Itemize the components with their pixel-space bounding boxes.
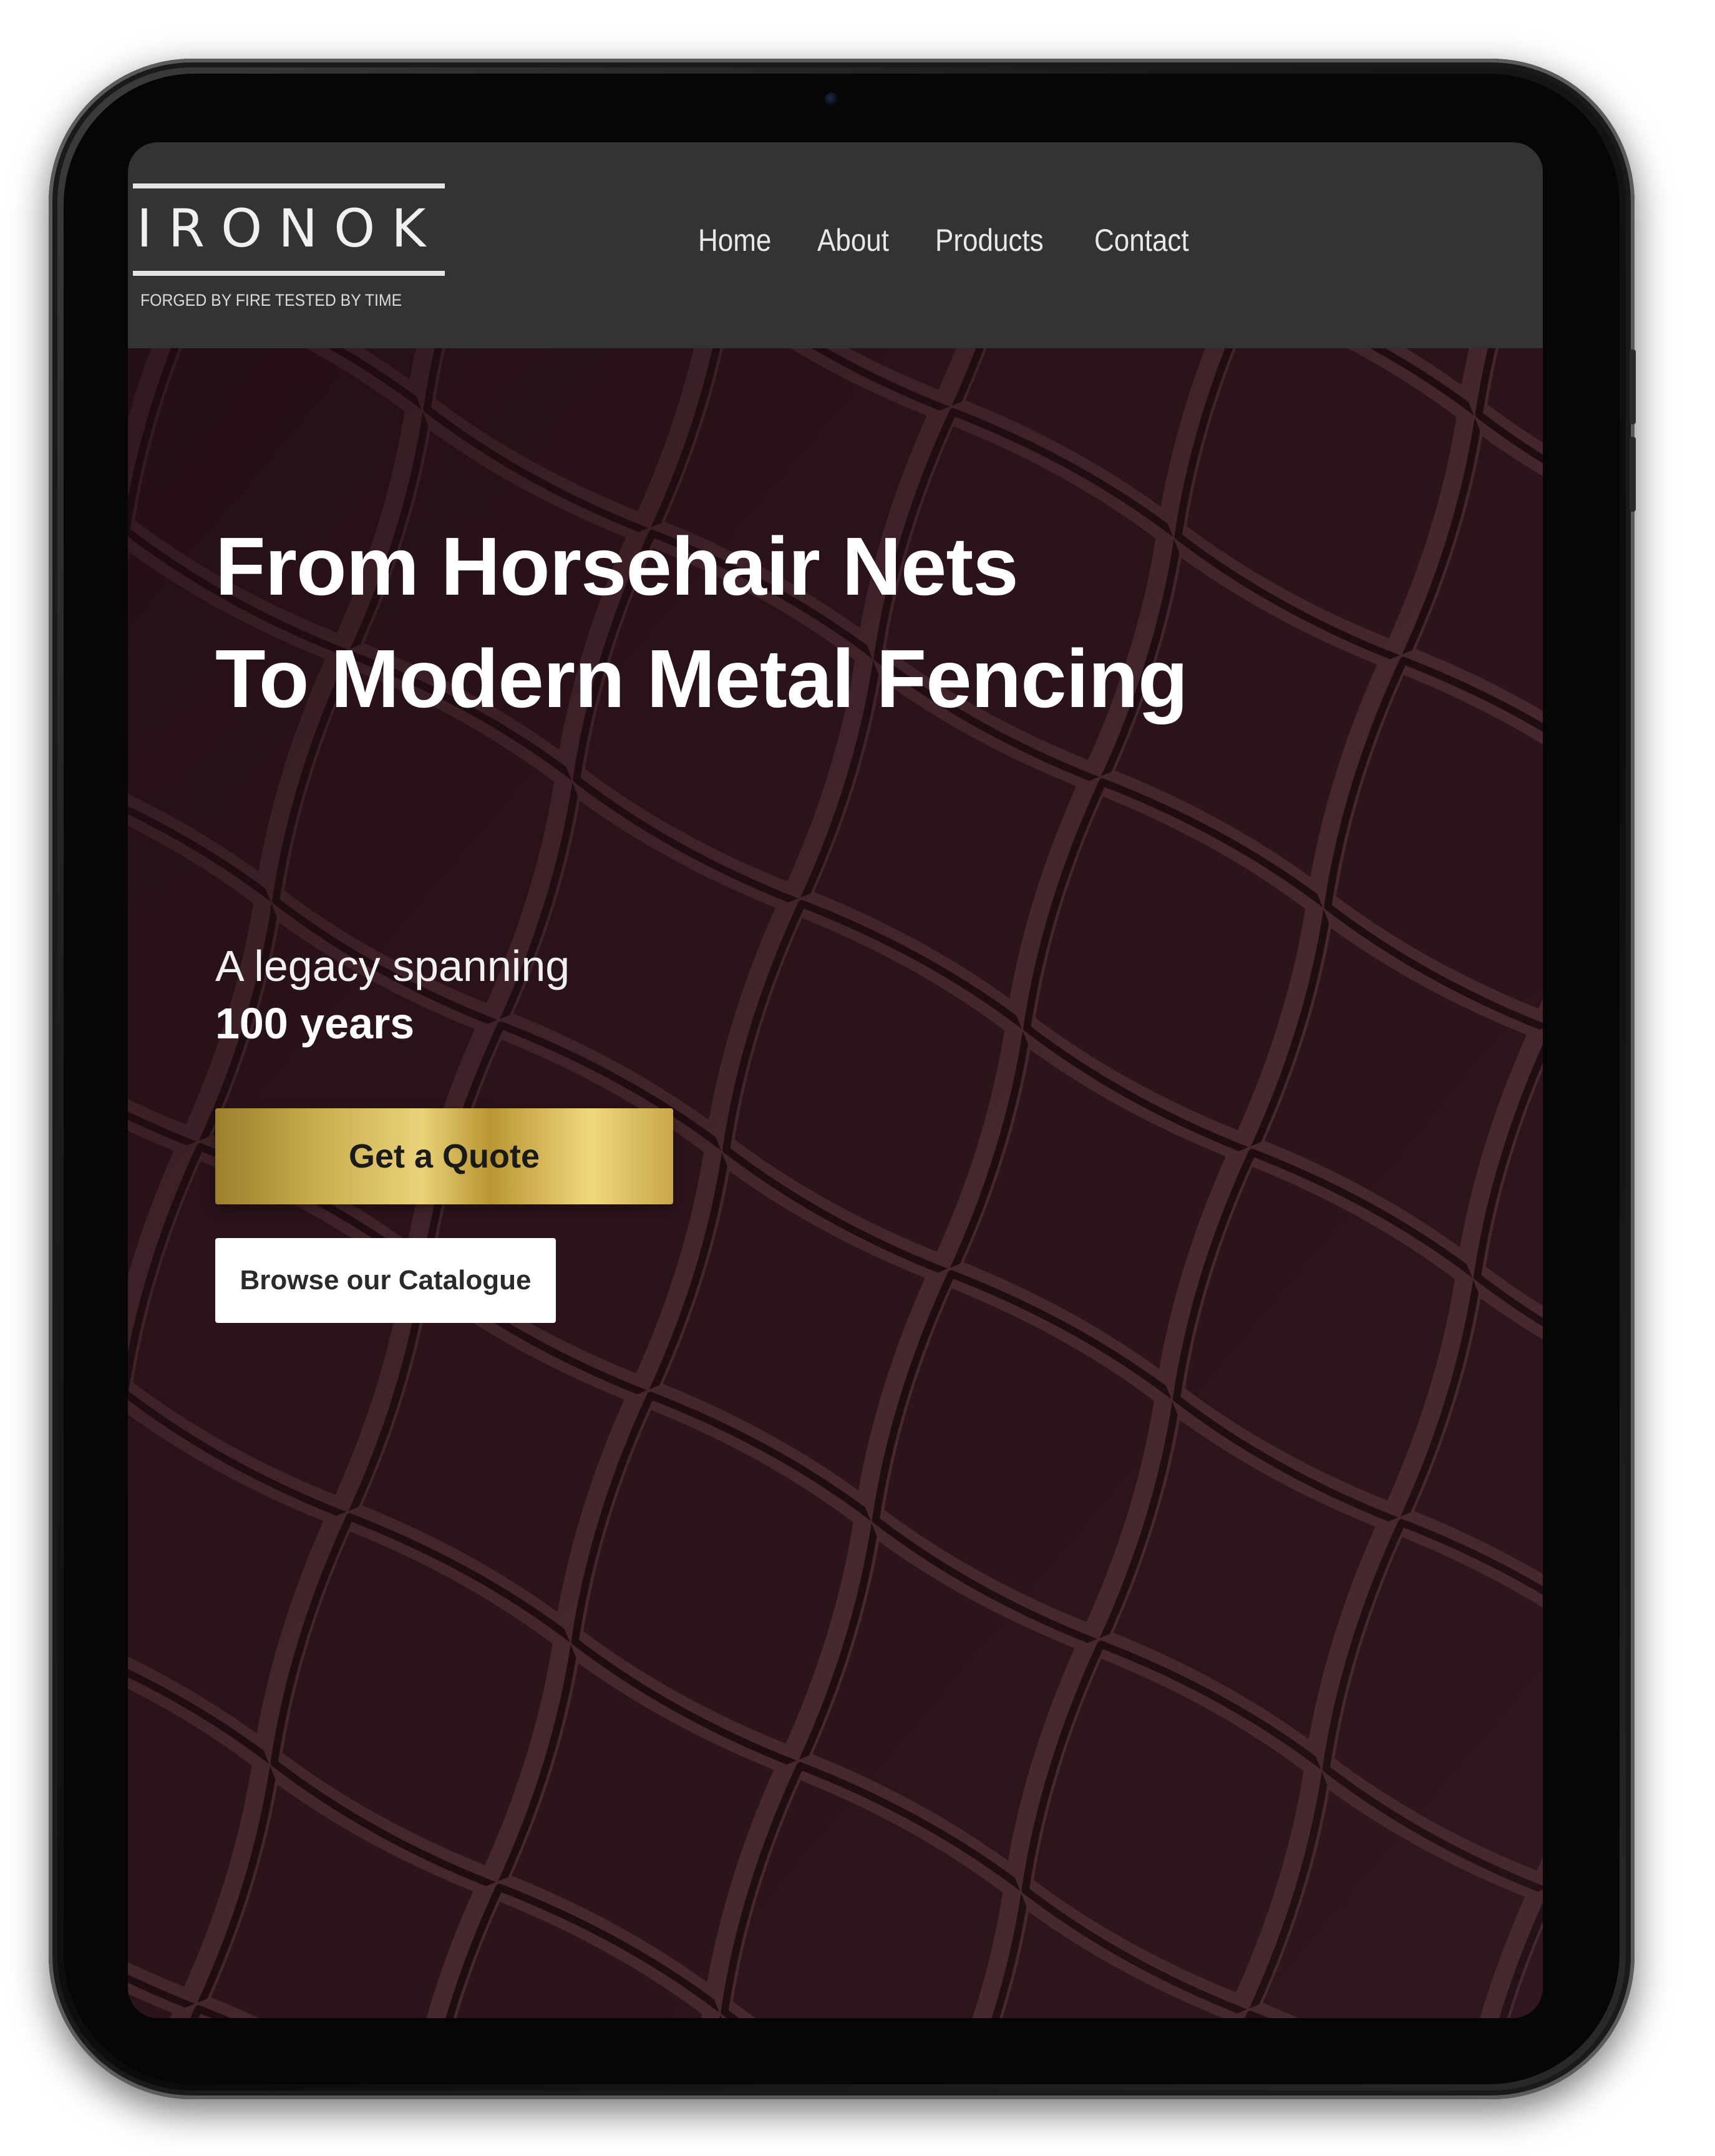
logo-bottom-rule — [133, 271, 445, 276]
brand-logo[interactable]: IRONOK FORGED BY FIRE TESTED BY TIME — [128, 183, 446, 315]
nav-contact-link[interactable]: Contact — [1094, 222, 1189, 258]
logo-wordmark: IRONOK — [137, 198, 442, 259]
nav-about-link[interactable]: About — [817, 222, 889, 258]
camera-icon — [825, 92, 838, 106]
nav-products-link[interactable]: Products — [935, 222, 1044, 258]
volume-button — [1630, 349, 1636, 424]
logo-top-rule — [133, 183, 445, 188]
main-nav: Home About Products Contact — [698, 222, 1202, 258]
volume-button — [1630, 437, 1636, 512]
device-mockup: IRONOK FORGED BY FIRE TESTED BY TIME Hom… — [0, 0, 1715, 2156]
get-quote-button[interactable]: Get a Quote — [215, 1108, 673, 1204]
hero-title: From Horsehair Nets To Modern Metal Fenc… — [215, 510, 1188, 735]
hero-section: From Horsehair Nets To Modern Metal Fenc… — [128, 348, 1543, 2018]
hero-subtitle: A legacy spanning — [215, 942, 570, 990]
logo-tagline: FORGED BY FIRE TESTED BY TIME — [140, 291, 402, 310]
nav-home-link[interactable]: Home — [698, 222, 771, 258]
hero-subtitle-emphasis: 100 years — [215, 999, 415, 1048]
browser-viewport: IRONOK FORGED BY FIRE TESTED BY TIME Hom… — [128, 142, 1543, 2018]
site-header: IRONOK FORGED BY FIRE TESTED BY TIME Hom… — [128, 142, 1543, 348]
browse-catalogue-button[interactable]: Browse our Catalogue — [215, 1238, 556, 1323]
hero-title-line2: To Modern Metal Fencing — [215, 633, 1188, 724]
hero-title-line1: From Horsehair Nets — [215, 520, 1019, 612]
